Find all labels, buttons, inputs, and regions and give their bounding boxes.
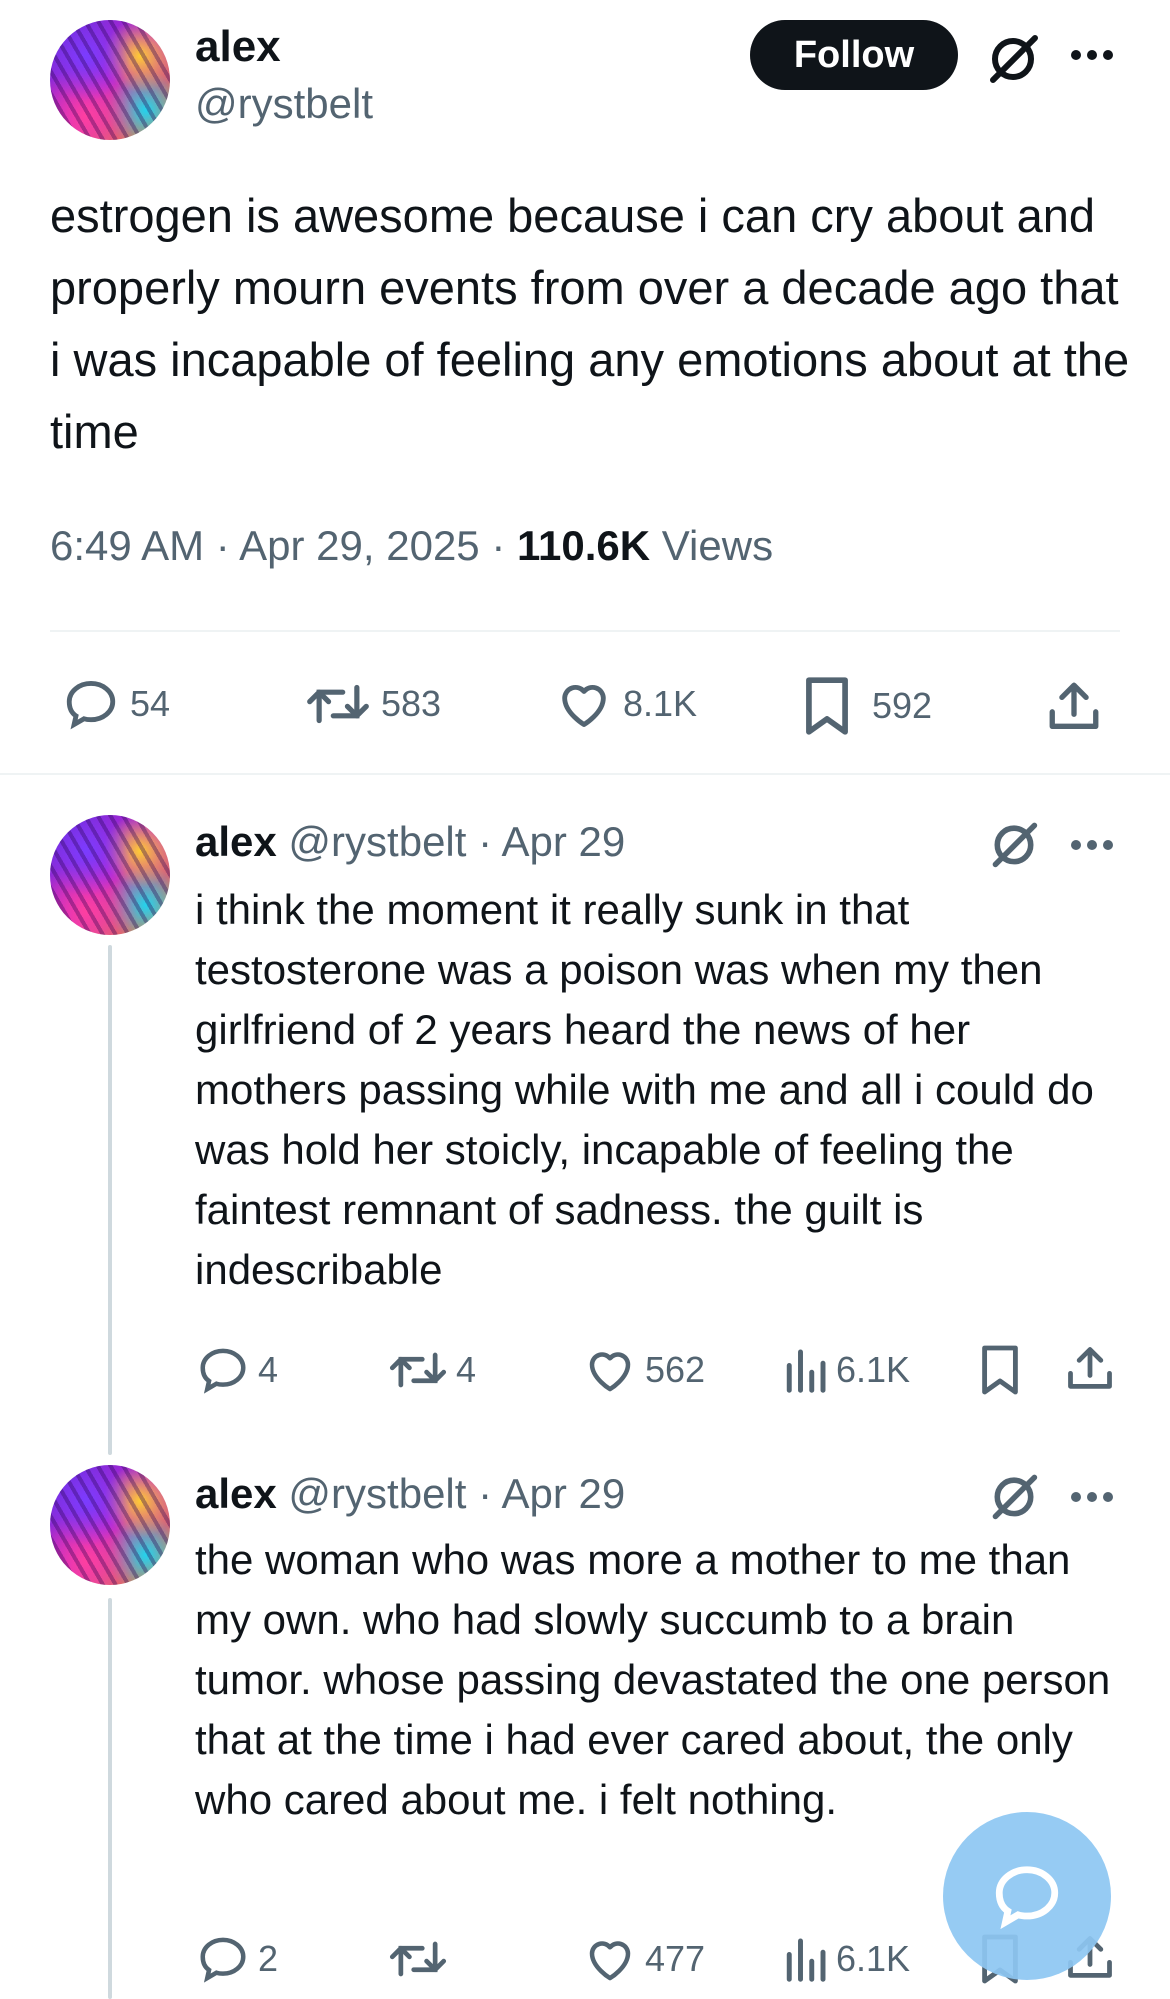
repost-icon [389,1941,447,1977]
like-count: 477 [645,1938,706,1979]
author-name[interactable]: alex [195,818,277,865]
views-button[interactable]: 6.1K [782,1932,910,1986]
bookmark-count: 592 [872,685,933,726]
views-count: 6.1K [836,1349,911,1390]
share-button[interactable] [1045,678,1103,736]
grok-icon[interactable] [988,818,1040,870]
reply-header: alex @rystbelt · Apr 29 [195,818,625,866]
repost-button[interactable] [388,1932,456,1986]
thread-line [108,1598,112,1999]
analytics-icon [786,1349,826,1393]
share-icon [1068,1347,1112,1389]
bookmark-icon [982,1345,1018,1395]
reply-icon [200,1348,246,1394]
share-button[interactable] [1064,1343,1116,1395]
reply-icon [200,1937,246,1983]
heart-icon [589,1352,631,1392]
reply-date[interactable]: Apr 29 [501,1470,625,1517]
repost-button[interactable]: 4 [388,1343,476,1397]
avatar[interactable] [50,1465,170,1585]
repost-count: 583 [381,683,442,724]
meta-separator: · [478,818,493,865]
views-count: 110.6K [517,522,651,569]
thread-line [108,945,112,1455]
grok-icon[interactable] [988,1470,1040,1522]
tweet-time[interactable]: 6:49 AM [50,522,204,569]
author-handle[interactable]: @rystbelt [288,1470,466,1517]
bookmark-icon [806,677,848,735]
reply-fab-button[interactable] [943,1812,1111,1980]
author-handle[interactable]: @rystbelt [195,80,373,128]
repost-button[interactable]: 583 [305,675,441,733]
reply-header: alex @rystbelt · Apr 29 [195,1470,625,1518]
author-name[interactable]: alex [195,1470,277,1517]
avatar[interactable] [50,815,170,935]
more-options-icon[interactable] [1068,40,1116,70]
author-handle[interactable]: @rystbelt [288,818,466,865]
analytics-icon [786,1938,826,1982]
views-button[interactable]: 6.1K [782,1343,910,1397]
reply-button[interactable]: 2 [196,1932,278,1986]
more-options-icon[interactable] [1068,1482,1116,1512]
meta-separator: · [215,522,230,569]
meta-separator: · [478,1470,493,1517]
heart-icon [589,1941,631,1981]
reply-text: the woman who was more a mother to me th… [195,1536,1111,1823]
reply-button[interactable]: 4 [196,1343,278,1397]
views-label: Views [661,522,774,569]
grok-icon[interactable] [985,30,1041,86]
avatar[interactable] [50,20,170,140]
author-name[interactable]: alex [195,22,281,72]
like-count: 562 [645,1349,706,1390]
repost-count: 4 [456,1349,477,1390]
reply-count: 54 [130,683,171,724]
reply-text: i think the moment it really sunk in tha… [195,886,1094,1293]
more-options-icon[interactable] [1068,830,1116,860]
like-button[interactable]: 562 [583,1343,705,1397]
reply-count: 2 [258,1938,279,1979]
chat-bubble-icon [995,1866,1059,1930]
divider [50,630,1120,632]
heart-icon [562,685,606,727]
tweet-text: estrogen is awesome because i can cry ab… [50,189,1130,458]
bookmark-button[interactable] [978,1343,1022,1397]
bookmark-button[interactable]: 592 [800,675,932,737]
reply-count: 4 [258,1349,279,1390]
meta-separator: · [491,522,506,569]
like-button[interactable]: 8.1K [555,675,697,733]
reply-icon [66,681,116,730]
share-icon [1049,682,1099,729]
follow-button[interactable]: Follow [750,20,958,90]
repost-icon [307,684,369,724]
tweet-date[interactable]: Apr 29, 2025 [239,522,480,569]
reply-button[interactable]: 54 [62,675,170,733]
like-count: 8.1K [623,683,698,724]
repost-icon [389,1352,447,1388]
like-button[interactable]: 477 [583,1932,705,1986]
tweet-meta: 6:49 AM · Apr 29, 2025 · 110.6K Views [50,522,773,570]
divider [0,773,1170,775]
reply-date[interactable]: Apr 29 [501,818,625,865]
views-count: 6.1K [836,1938,911,1979]
